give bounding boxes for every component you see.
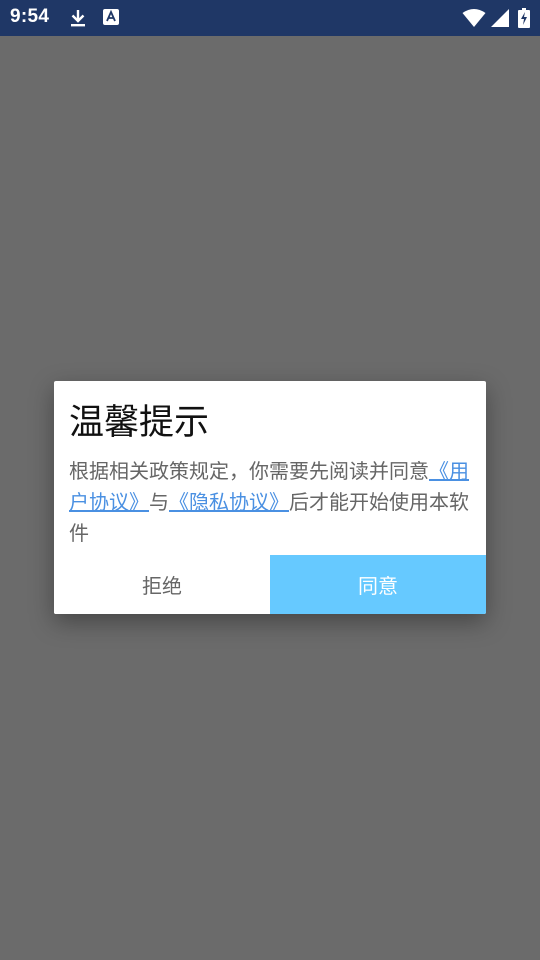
privacy-agreement-link[interactable]: 《隐私协议》 (169, 490, 289, 514)
app-notification-icon (102, 8, 122, 28)
agree-button[interactable]: 同意 (270, 555, 486, 614)
status-time: 9:54 (10, 6, 50, 27)
message-connector: 与 (149, 490, 169, 514)
dialog-button-bar: 拒绝 同意 (54, 555, 486, 614)
dialog-message: 根据相关政策规定，你需要先阅读并同意《用户协议》与《隐私协议》后才能开始使用本软… (69, 456, 477, 549)
message-text-before: 根据相关政策规定，你需要先阅读并同意 (69, 459, 429, 483)
battery-charging-icon (518, 8, 530, 28)
privacy-dialog: 温馨提示 根据相关政策规定，你需要先阅读并同意《用户协议》与《隐私协议》后才能开… (54, 381, 486, 614)
download-icon (68, 8, 88, 28)
status-bar: 9:54 (0, 0, 540, 36)
reject-button[interactable]: 拒绝 (54, 555, 270, 614)
wifi-icon (462, 8, 486, 28)
cellular-signal-icon (490, 8, 510, 28)
dialog-title: 温馨提示 (69, 403, 210, 443)
